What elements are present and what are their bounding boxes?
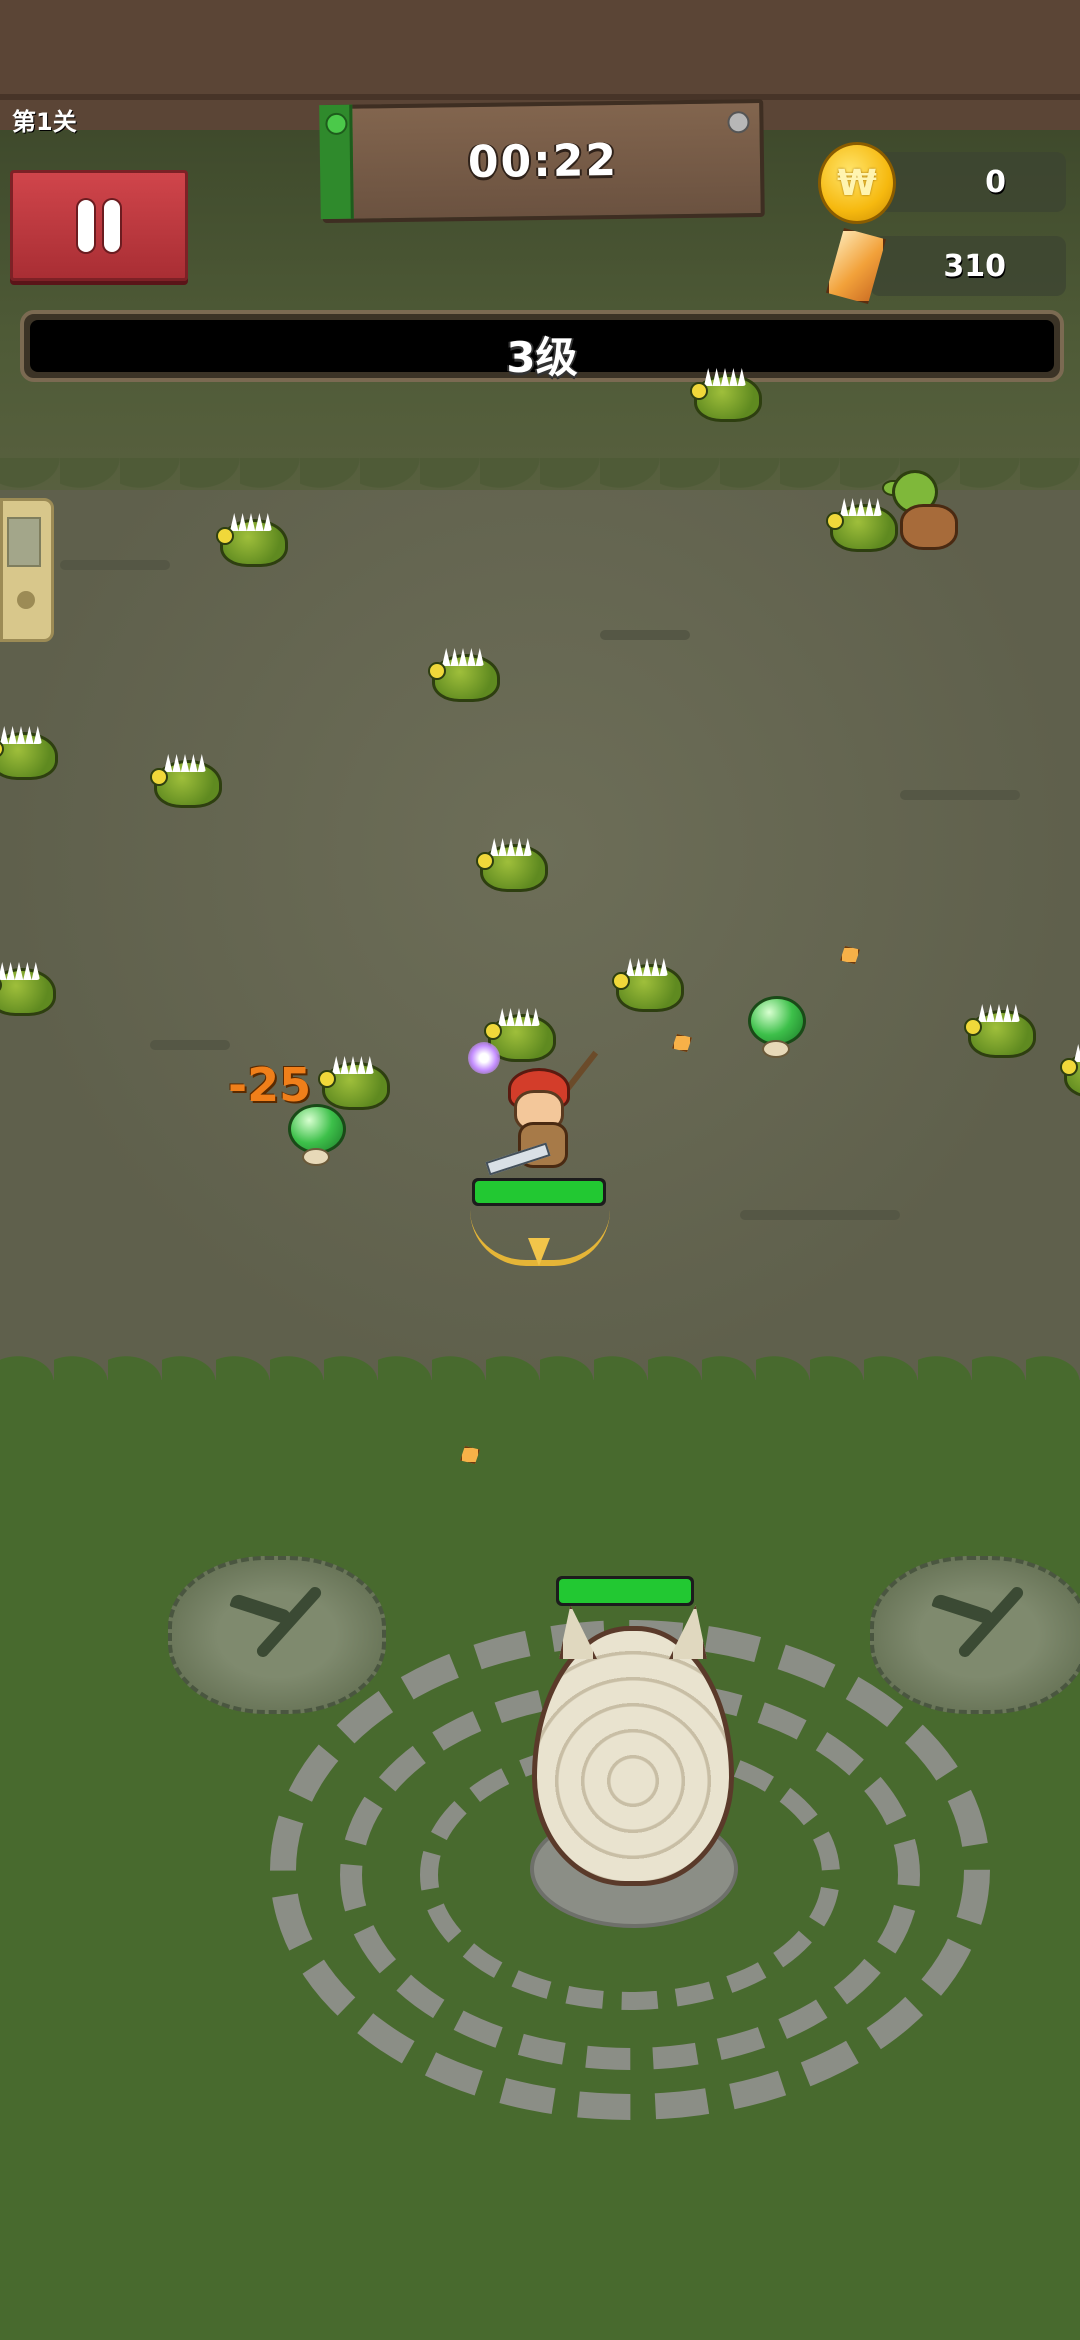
- bolt-decoration: [727, 111, 750, 134]
- coin-icon: ₩: [818, 142, 896, 224]
- hero-health-bar: [472, 1178, 606, 1206]
- experience-bar: 3级: [20, 310, 1064, 382]
- enemy-chomper: [318, 1048, 390, 1110]
- health-potion[interactable]: [288, 1104, 346, 1168]
- pause-button[interactable]: [10, 170, 188, 281]
- hero-health-fill: [475, 1181, 603, 1203]
- enemy-chomper: [0, 718, 58, 780]
- enemy-chomper: [964, 996, 1036, 1058]
- enemy-chomper: [476, 830, 548, 892]
- damage-number: -25: [228, 1058, 312, 1112]
- enemy-chomper: [0, 954, 56, 1016]
- ribbon-decoration: [319, 104, 354, 220]
- health-potion[interactable]: [748, 996, 806, 1060]
- pause-icon: [78, 199, 94, 252]
- stage-label: 第1关: [12, 108, 77, 136]
- gem-count: 310: [943, 248, 1006, 284]
- enemy-chomper: [612, 950, 684, 1012]
- mining-spot-right[interactable]: [870, 1556, 1080, 1714]
- mining-spot-left[interactable]: [168, 1556, 386, 1714]
- egg-health-fill: [559, 1579, 691, 1603]
- side-handheld-device[interactable]: [0, 498, 54, 642]
- enemy-chomper: [216, 505, 288, 567]
- enemy-chomper: [150, 746, 222, 808]
- hero-character: [485, 1050, 602, 1180]
- coin-count: 0: [985, 164, 1006, 200]
- enemy-goblin: [882, 470, 962, 550]
- enemy-chomper: [1060, 1036, 1080, 1098]
- enemy-chomper: [690, 360, 762, 422]
- coin-counter: 0: [870, 152, 1066, 212]
- enemy-chomper: [428, 640, 500, 702]
- timer-board: 00:22: [319, 98, 765, 224]
- player-level-label: 3级: [506, 333, 578, 382]
- egg-health-bar: [556, 1576, 694, 1606]
- gem-counter: 310: [870, 236, 1066, 296]
- timer-text: 00:22: [467, 134, 619, 188]
